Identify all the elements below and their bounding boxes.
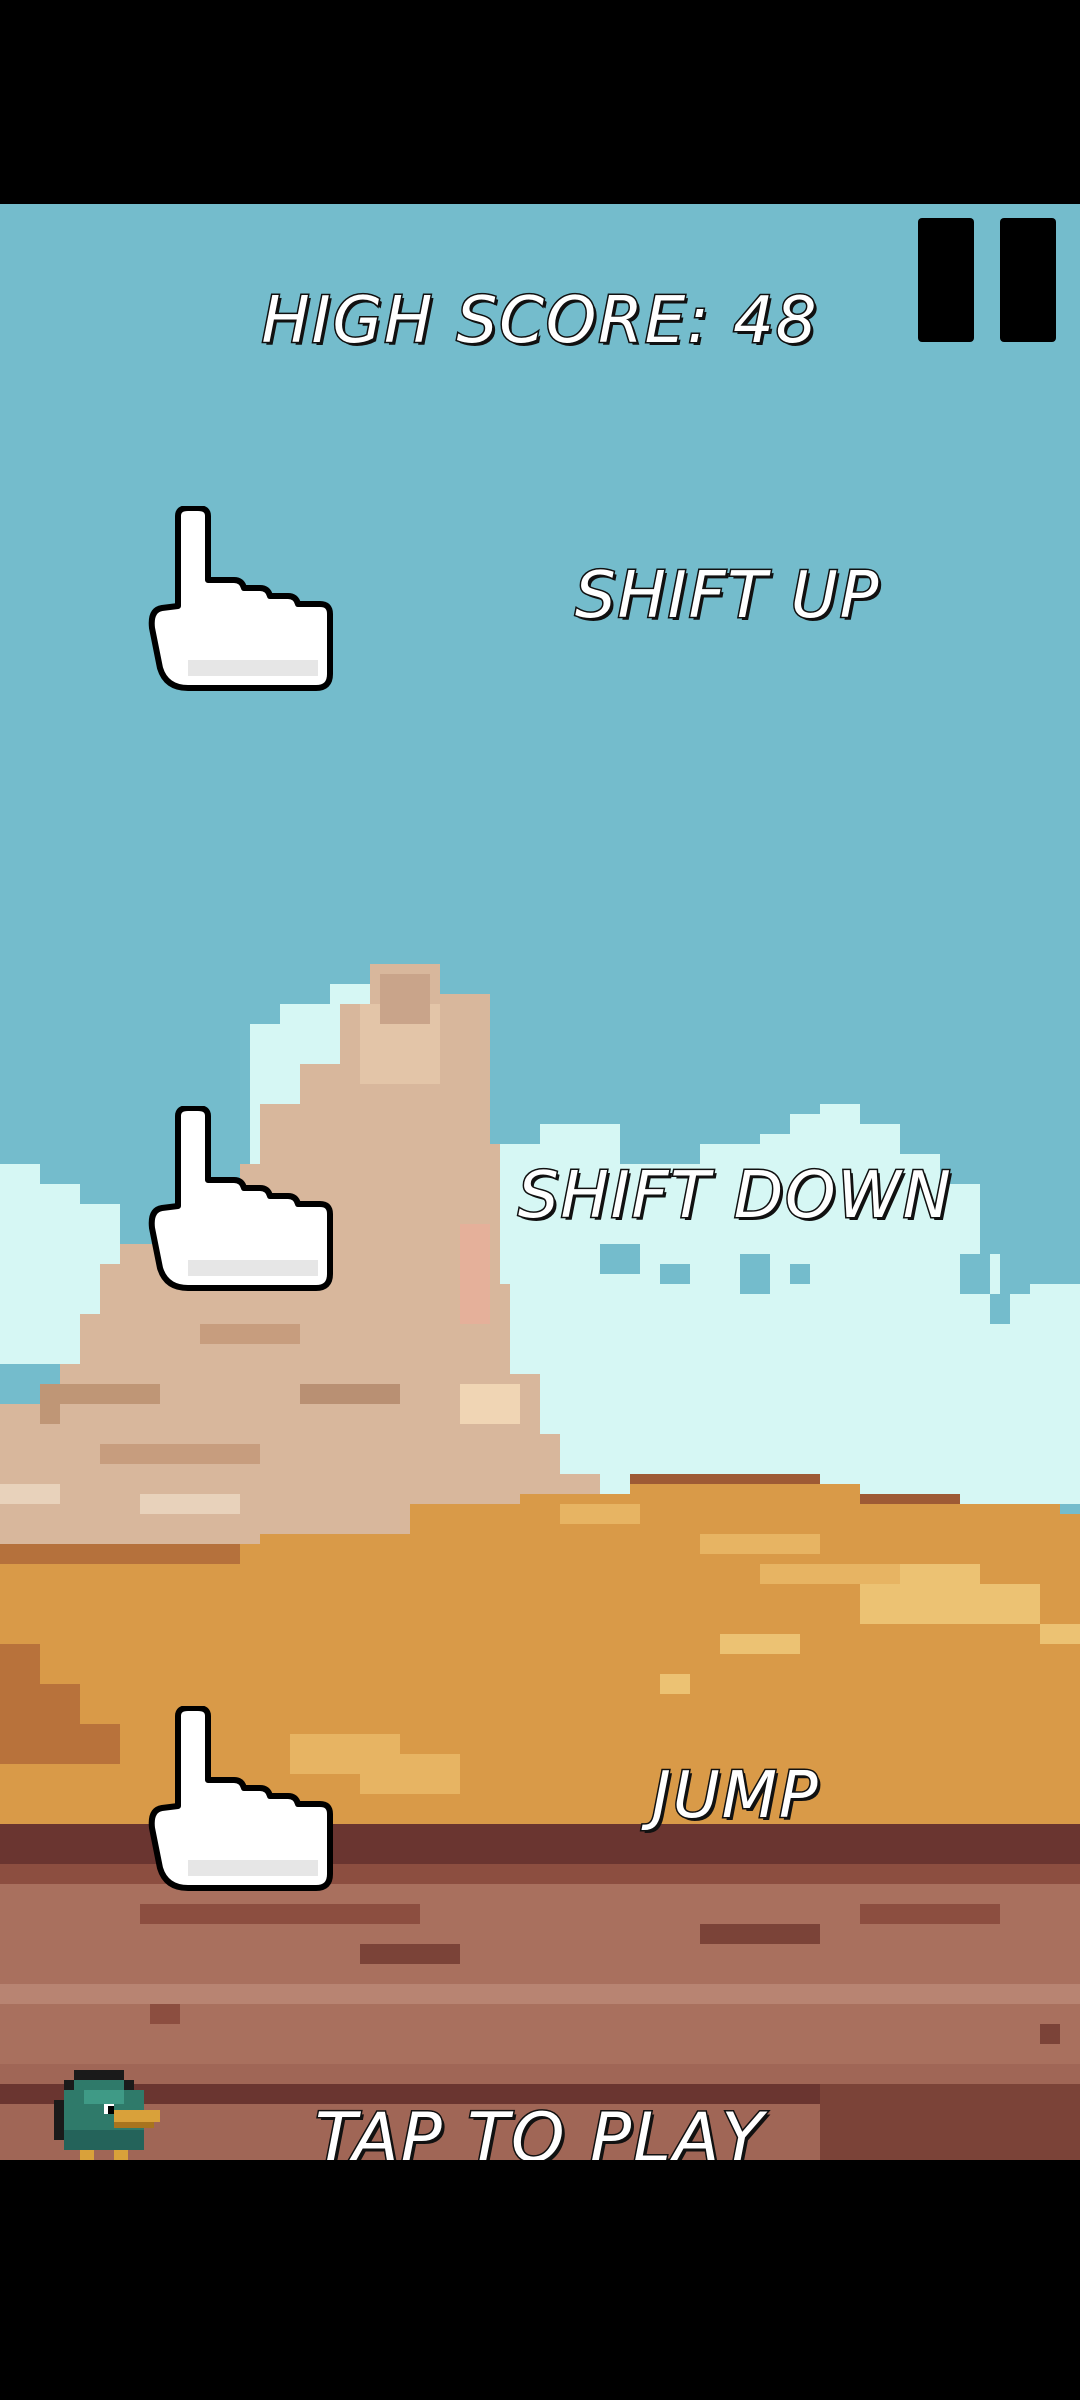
pause-button[interactable] [916,218,1058,344]
shift-up-label: SHIFT UP [573,558,881,635]
tap-to-play-prompt[interactable]: TAP TO PLAY [0,2098,1080,2161]
pointing-hand-icon [148,1705,334,1896]
pointing-hand-icon [148,505,334,696]
game-area[interactable]: HIGH SCORE: 48 SHIFT UP SHIFT DOWN JUMP … [0,204,1080,2160]
screen: HIGH SCORE: 48 SHIFT UP SHIFT DOWN JUMP … [0,0,1080,2400]
pointing-hand-icon [148,1105,334,1296]
shift-down-label: SHIFT DOWN [517,1158,953,1235]
jump-label: JUMP [651,1758,820,1835]
